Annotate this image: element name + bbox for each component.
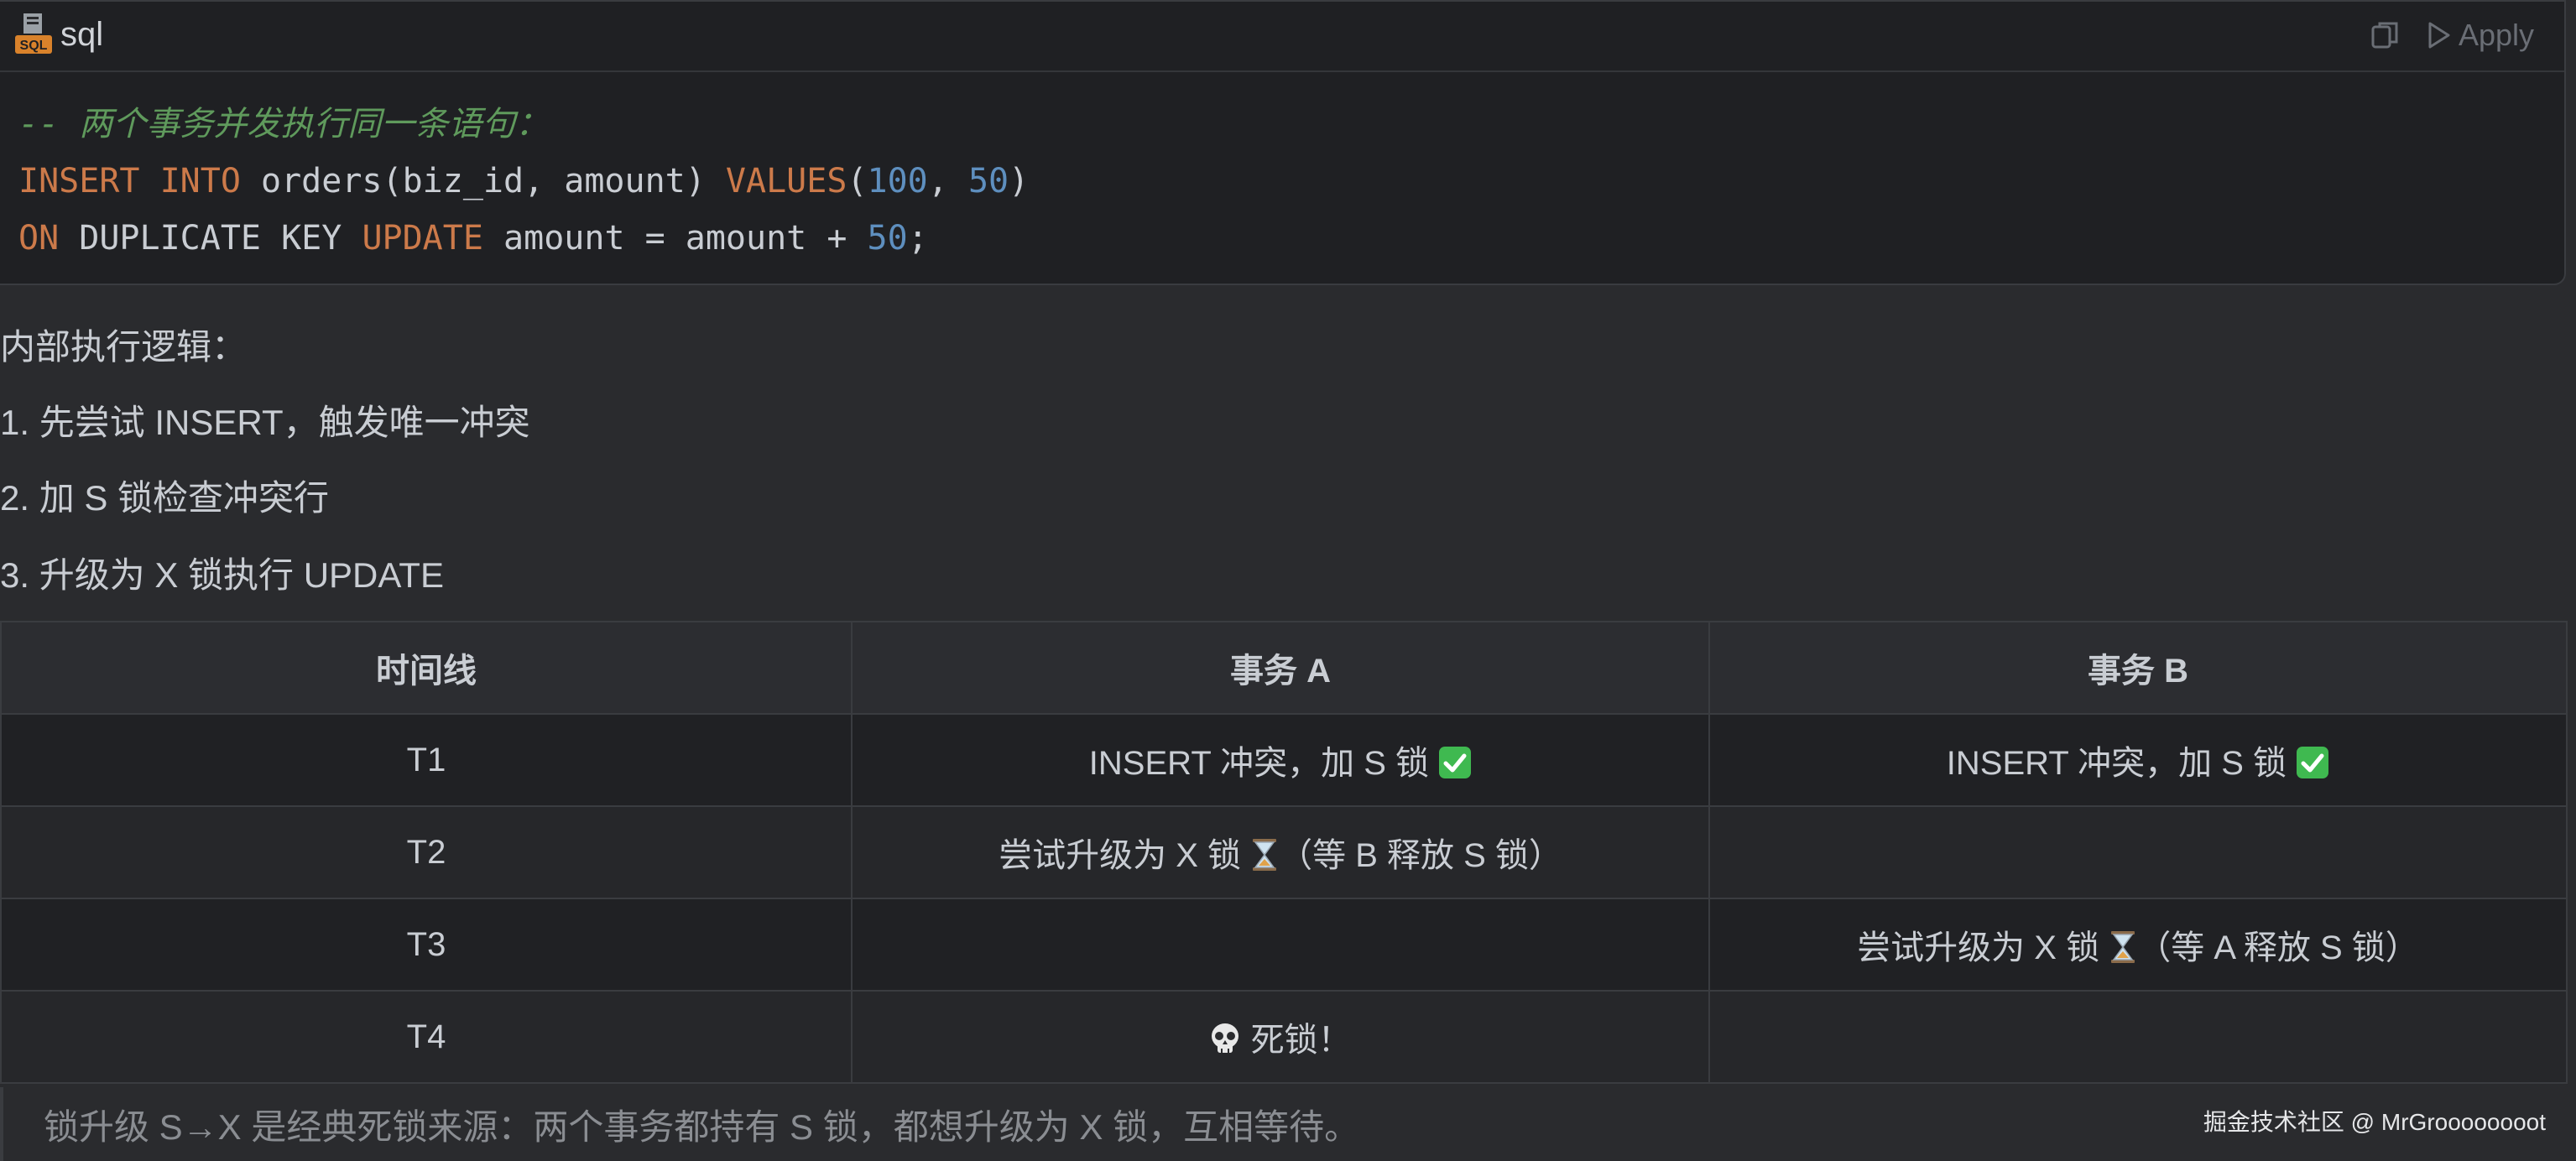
cell-text: 死锁！ (1250, 1022, 1352, 1059)
keyword: UPDATE (362, 219, 483, 258)
check-mark-icon (2297, 747, 2329, 778)
step-1: 1. 先尝试 INSERT，触发唯一冲突 (0, 403, 530, 442)
play-icon (2428, 22, 2450, 49)
code-block: SQL sql Apply -- 两个事务并发执行同一条语句： INSERT IN… (0, 0, 2566, 285)
keyword: VALUES (725, 162, 847, 200)
cell-time: T4 (0, 990, 853, 1084)
cell-txn-a: 尝试升级为 X 锁 （等 B 释放 S 锁） (851, 805, 1710, 899)
code-line-3: ON DUPLICATE KEY UPDATE amount = amount … (18, 210, 1029, 267)
quote-bar (0, 1087, 3, 1161)
header-txn-b: 事务 B (1708, 621, 2568, 715)
svg-text:SQL: SQL (20, 39, 48, 53)
cell-suffix: （等 A 释放 S 锁） (2137, 929, 2419, 966)
hourglass-icon (2111, 931, 2135, 963)
identifier: amount = amount + (503, 219, 868, 258)
cell-time: T3 (0, 898, 853, 992)
table-row: T1 INSERT 冲突，加 S 锁 INSERT 冲突，加 S 锁 (0, 713, 2568, 807)
cell-txn-b: INSERT 冲突，加 S 锁 (1708, 713, 2568, 807)
section-heading: 内部执行逻辑： (0, 327, 248, 367)
table-row: T4 死锁！ (0, 990, 2568, 1084)
number: 50 (967, 162, 1009, 200)
table-row: T3 尝试升级为 X 锁 （等 A 释放 S 锁） (0, 898, 2568, 992)
number: 100 (867, 162, 928, 200)
code-line-2: INSERT INTO orders(biz_id, amount) VALUE… (18, 153, 1029, 210)
table-header-row: 时间线 事务 A 事务 B (0, 621, 2568, 715)
keyword: INSERT (18, 162, 140, 200)
timeline-table: 时间线 事务 A 事务 B T1 INSERT 冲突，加 S 锁 INSERT … (0, 621, 2568, 1084)
cell-time: T1 (0, 713, 853, 807)
punct: , (927, 162, 968, 200)
step-2: 2. 加 S 锁检查冲突行 (0, 478, 330, 518)
keyword: ON (18, 219, 60, 258)
identifier: DUPLICATE KEY (79, 219, 342, 258)
cell-txn-b: 尝试升级为 X 锁 （等 A 释放 S 锁） (1708, 898, 2568, 992)
header-txn-a: 事务 A (851, 621, 1710, 715)
sql-file-icon: SQL (15, 13, 52, 54)
header-timeline: 时间线 (0, 621, 853, 715)
apply-label: Apply (2459, 18, 2535, 52)
punct: ; (907, 219, 928, 258)
cell-txn-b (1708, 805, 2568, 899)
keyword: INTO (159, 162, 241, 200)
code-language-label: sql (60, 16, 104, 53)
skull-icon (1212, 1023, 1239, 1053)
punct: ( (847, 162, 868, 200)
cell-text: INSERT 冲突，加 S 锁 (1088, 745, 1430, 782)
cell-text: 尝试升级为 X 锁 (1857, 929, 2100, 966)
punct: ) (1009, 162, 1030, 200)
check-mark-icon (1439, 747, 1472, 778)
apply-button[interactable]: Apply (2427, 13, 2534, 57)
footer-note: 锁升级 S→X 是经典死锁来源：两个事务都持有 S 锁，都想升级为 X 锁，互相… (44, 1107, 1360, 1147)
code-content: -- 两个事务并发执行同一条语句： INSERT INTO orders(biz_… (18, 96, 1029, 267)
cell-txn-a (851, 898, 1710, 992)
cell-txn-b (1708, 990, 2568, 1084)
watermark: 掘金技术社区 @ MrGroooooooot (2203, 1109, 2546, 1135)
cell-txn-a: INSERT 冲突，加 S 锁 (851, 713, 1710, 807)
code-block-header: SQL sql Apply (0, 2, 2564, 72)
cell-txn-a: 死锁！ (851, 990, 1710, 1084)
hourglass-icon (1253, 839, 1277, 871)
number: 50 (867, 219, 908, 258)
identifier: orders(biz_id, amount) (261, 162, 706, 200)
table-row: T2 尝试升级为 X 锁 （等 B 释放 S 锁） (0, 805, 2568, 899)
cell-text: 尝试升级为 X 锁 (999, 837, 1241, 874)
cell-suffix: （等 B 释放 S 锁） (1279, 837, 1562, 874)
copy-icon[interactable] (2368, 18, 2401, 52)
cell-time: T2 (0, 805, 853, 899)
cell-text: INSERT 冲突，加 S 锁 (1946, 745, 2287, 782)
step-3: 3. 升级为 X 锁执行 UPDATE (0, 555, 444, 595)
code-comment: -- 两个事务并发执行同一条语句： (18, 105, 550, 143)
